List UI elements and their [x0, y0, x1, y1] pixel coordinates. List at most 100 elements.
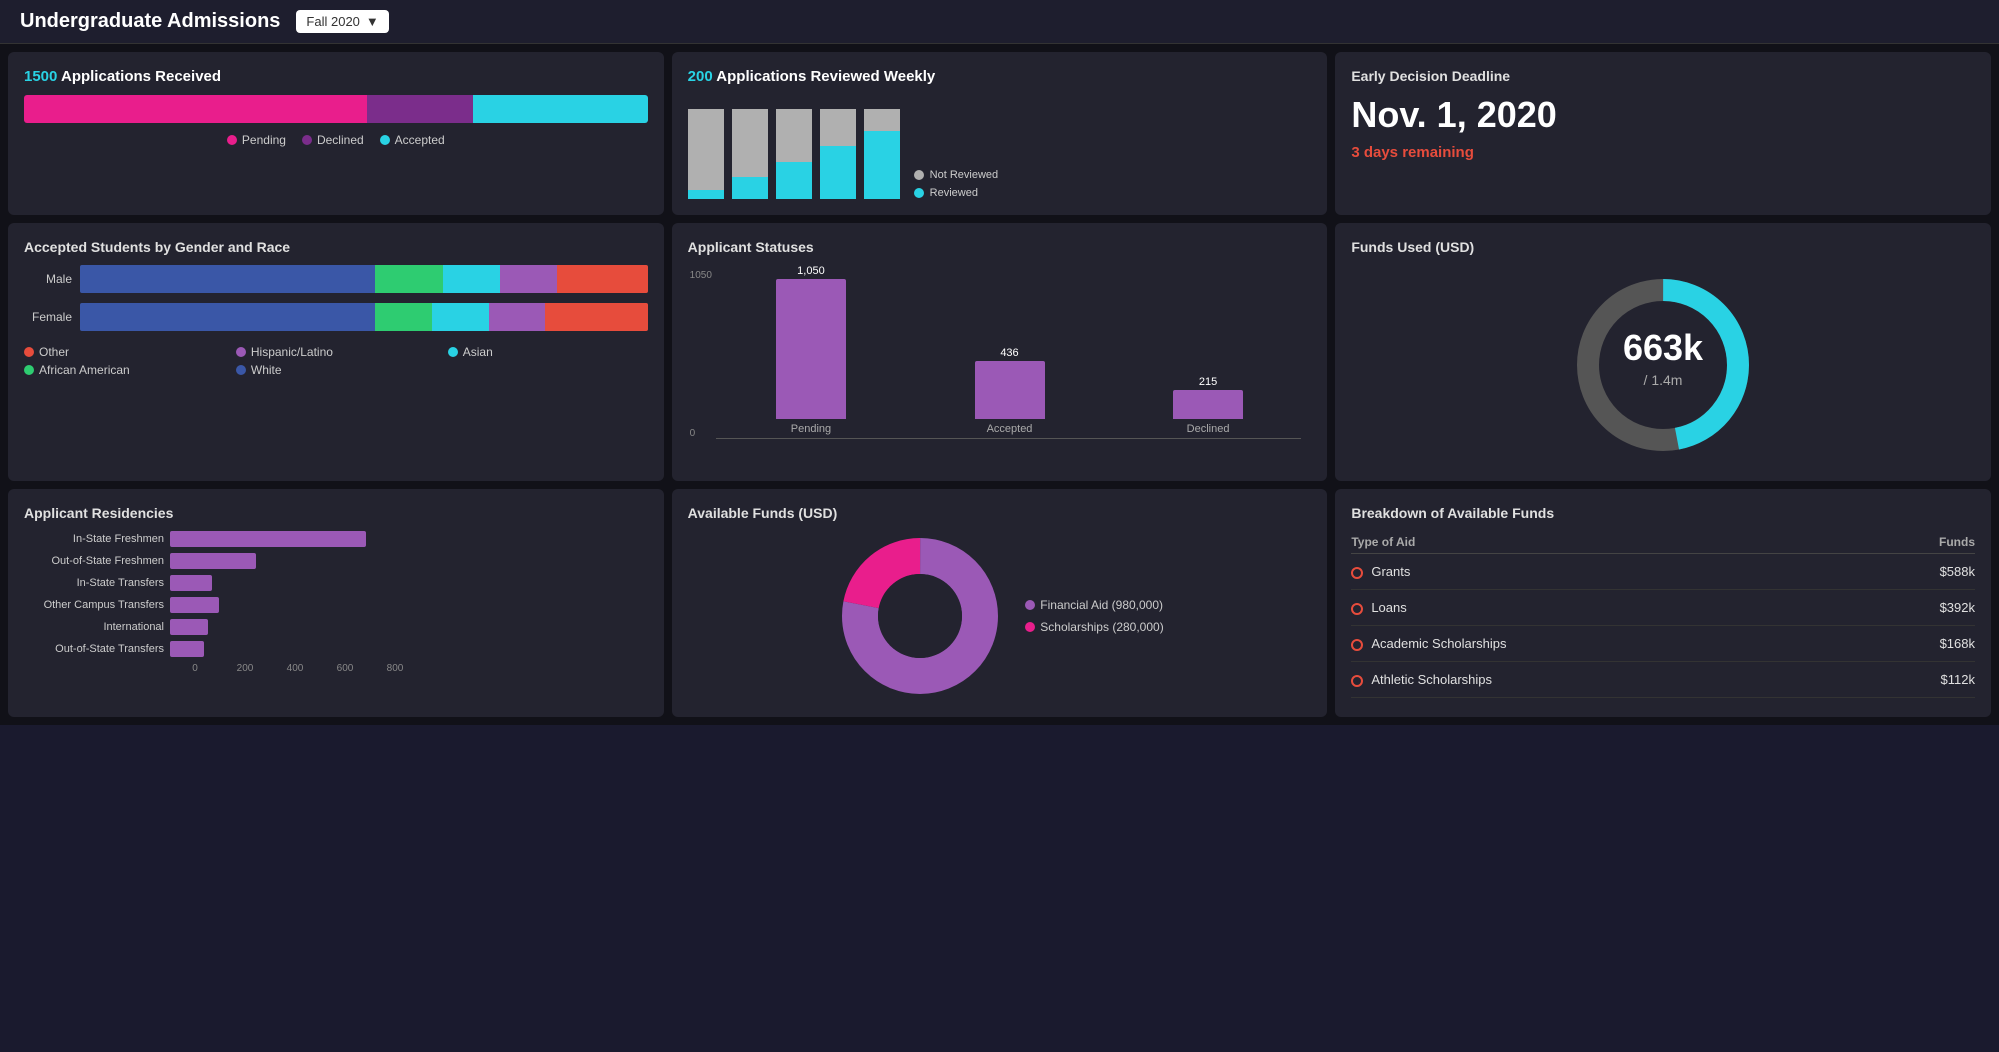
- legend-scholarships: Scholarships (280,000): [1025, 620, 1163, 634]
- status-chart-area: 1050 0 1,050 Pending 436 Accepted: [688, 265, 1312, 465]
- card-breakdown: Breakdown of Available Funds Type of Aid…: [1335, 489, 1991, 717]
- legend-declined: Declined: [302, 133, 364, 147]
- gender-race-title: Accepted Students by Gender and Race: [24, 239, 648, 255]
- apps-received-text: Applications Received: [57, 68, 221, 85]
- legend-asian: Asian: [448, 345, 648, 359]
- breakdown-value-athletic: $112k: [1858, 662, 1975, 698]
- avail-funds-container: Financial Aid (980,000) Scholarships (28…: [688, 531, 1312, 701]
- bar-accepted-status: 436 Accepted: [916, 347, 1103, 435]
- col-type: Type of Aid: [1351, 531, 1857, 554]
- funds-donut-chart: 663k / 1.4m: [1563, 265, 1763, 465]
- breakdown-row-athletic: Athletic Scholarships $112k: [1351, 662, 1975, 698]
- breakdown-title: Breakdown of Available Funds: [1351, 505, 1975, 521]
- bar-pending-value: 1,050: [797, 265, 825, 277]
- res-axis: 0 200 400 600 800: [170, 663, 648, 674]
- res-bar-3: [170, 575, 212, 591]
- legend-accepted: Accepted: [380, 133, 445, 147]
- bar-declined-label: Declined: [1187, 423, 1230, 435]
- card-applications-weekly: 200 Applications Reviewed Weekly: [672, 52, 1328, 215]
- legend-not-reviewed: Not Reviewed: [914, 169, 998, 181]
- weekly-bar-2: [732, 109, 768, 199]
- col-funds: Funds: [1858, 531, 1975, 554]
- res-label-3: In-State Transfers: [24, 577, 164, 589]
- weekly-text: Applications Reviewed Weekly: [713, 68, 936, 85]
- x-axis-line: [716, 438, 1302, 439]
- early-decision-title: Early Decision Deadline: [1351, 68, 1975, 84]
- card-funds-used: Funds Used (USD) 663k / 1.4m: [1335, 223, 1991, 481]
- res-bar-4: [170, 597, 219, 613]
- gender-row-female: Female: [24, 303, 648, 331]
- bar-declined-value: 215: [1199, 376, 1217, 388]
- stacked-bar: [24, 95, 648, 123]
- y-label-bottom: 0: [690, 428, 696, 439]
- res-row-in-state-fresh: In-State Freshmen: [24, 531, 648, 547]
- card-early-decision: Early Decision Deadline Nov. 1, 2020 3 d…: [1335, 52, 1991, 215]
- bar-accepted-label: Accepted: [987, 423, 1033, 435]
- academic-dot: [1351, 639, 1363, 651]
- header: Undergraduate Admissions Fall 2020 ▼: [0, 0, 1999, 44]
- card-applications-received: 1500 Applications Received Pending Decli…: [8, 52, 664, 215]
- gender-label-male: Male: [24, 272, 72, 286]
- loans-dot: [1351, 603, 1363, 615]
- early-decision-date: Nov. 1, 2020: [1351, 94, 1975, 136]
- bar-accepted-rect: [975, 361, 1045, 419]
- legend-hispanic: Hispanic/Latino: [236, 345, 436, 359]
- weekly-bar-5: [864, 109, 900, 199]
- breakdown-table: Type of Aid Funds Grants $588k Loans $39…: [1351, 531, 1975, 698]
- apps-received-number: 1500: [24, 68, 57, 85]
- funds-used-title: Funds Used (USD): [1351, 239, 1975, 255]
- breakdown-value-academic: $168k: [1858, 626, 1975, 662]
- svg-text:663k: 663k: [1623, 327, 1704, 368]
- gender-chart: Male Female: [24, 265, 648, 331]
- res-bar-2: [170, 553, 256, 569]
- res-bar-1: [170, 531, 366, 547]
- gender-row-male: Male: [24, 265, 648, 293]
- legend-white: White: [236, 363, 436, 377]
- card-gender-race: Accepted Students by Gender and Race Mal…: [8, 223, 664, 481]
- res-row-international: International: [24, 619, 648, 635]
- weekly-number: 200: [688, 68, 713, 85]
- status-bars: 1,050 Pending 436 Accepted 215 Declined: [718, 265, 1302, 435]
- semester-dropdown[interactable]: Fall 2020 ▼: [296, 10, 388, 33]
- dashboard: 1500 Applications Received Pending Decli…: [0, 44, 1999, 725]
- weekly-bar-3: [776, 109, 812, 199]
- page-title: Undergraduate Admissions: [20, 10, 280, 33]
- bar-pending-status: 1,050 Pending: [718, 265, 905, 435]
- breakdown-row-academic: Academic Scholarships $168k: [1351, 626, 1975, 662]
- breakdown-label-grants: Grants: [1351, 554, 1857, 590]
- card-residencies: Applicant Residencies In-State Freshmen …: [8, 489, 664, 717]
- y-label-top: 1050: [690, 270, 712, 281]
- breakdown-label-loans: Loans: [1351, 590, 1857, 626]
- residencies-title: Applicant Residencies: [24, 505, 648, 521]
- res-label-4: Other Campus Transfers: [24, 599, 164, 611]
- res-label-5: International: [24, 621, 164, 633]
- gender-label-female: Female: [24, 310, 72, 324]
- svg-text:/ 1.4m: / 1.4m: [1644, 372, 1683, 388]
- weekly-bar-1: [688, 109, 724, 199]
- weekly-chart: [688, 99, 900, 199]
- res-label-2: Out-of-State Freshmen: [24, 555, 164, 567]
- bar-pending-rect: [776, 279, 846, 419]
- gender-bars-female: [80, 303, 648, 331]
- bar-legend: Pending Declined Accepted: [24, 133, 648, 147]
- bar-accepted-value: 436: [1000, 347, 1018, 359]
- legend-other: Other: [24, 345, 224, 359]
- bar-accepted: [473, 95, 648, 123]
- res-label-1: In-State Freshmen: [24, 533, 164, 545]
- res-row-out-state-trans: Out-of-State Transfers: [24, 641, 648, 657]
- weekly-bar-4: [820, 109, 856, 199]
- res-bar-5: [170, 619, 208, 635]
- avail-funds-donut: [835, 531, 1005, 701]
- breakdown-value-grants: $588k: [1858, 554, 1975, 590]
- legend-financial-aid: Financial Aid (980,000): [1025, 598, 1163, 612]
- legend-reviewed: Reviewed: [914, 187, 998, 199]
- gender-bars-male: [80, 265, 648, 293]
- days-remaining: 3 days remaining: [1351, 144, 1975, 161]
- legend-african-american: African American: [24, 363, 224, 377]
- statuses-title: Applicant Statuses: [688, 239, 1312, 255]
- card-available-funds: Available Funds (USD) Financial Aid (980…: [672, 489, 1328, 717]
- res-row-in-state-trans: In-State Transfers: [24, 575, 648, 591]
- breakdown-label-academic: Academic Scholarships: [1351, 626, 1857, 662]
- bar-pending-label: Pending: [791, 423, 831, 435]
- grants-dot: [1351, 567, 1363, 579]
